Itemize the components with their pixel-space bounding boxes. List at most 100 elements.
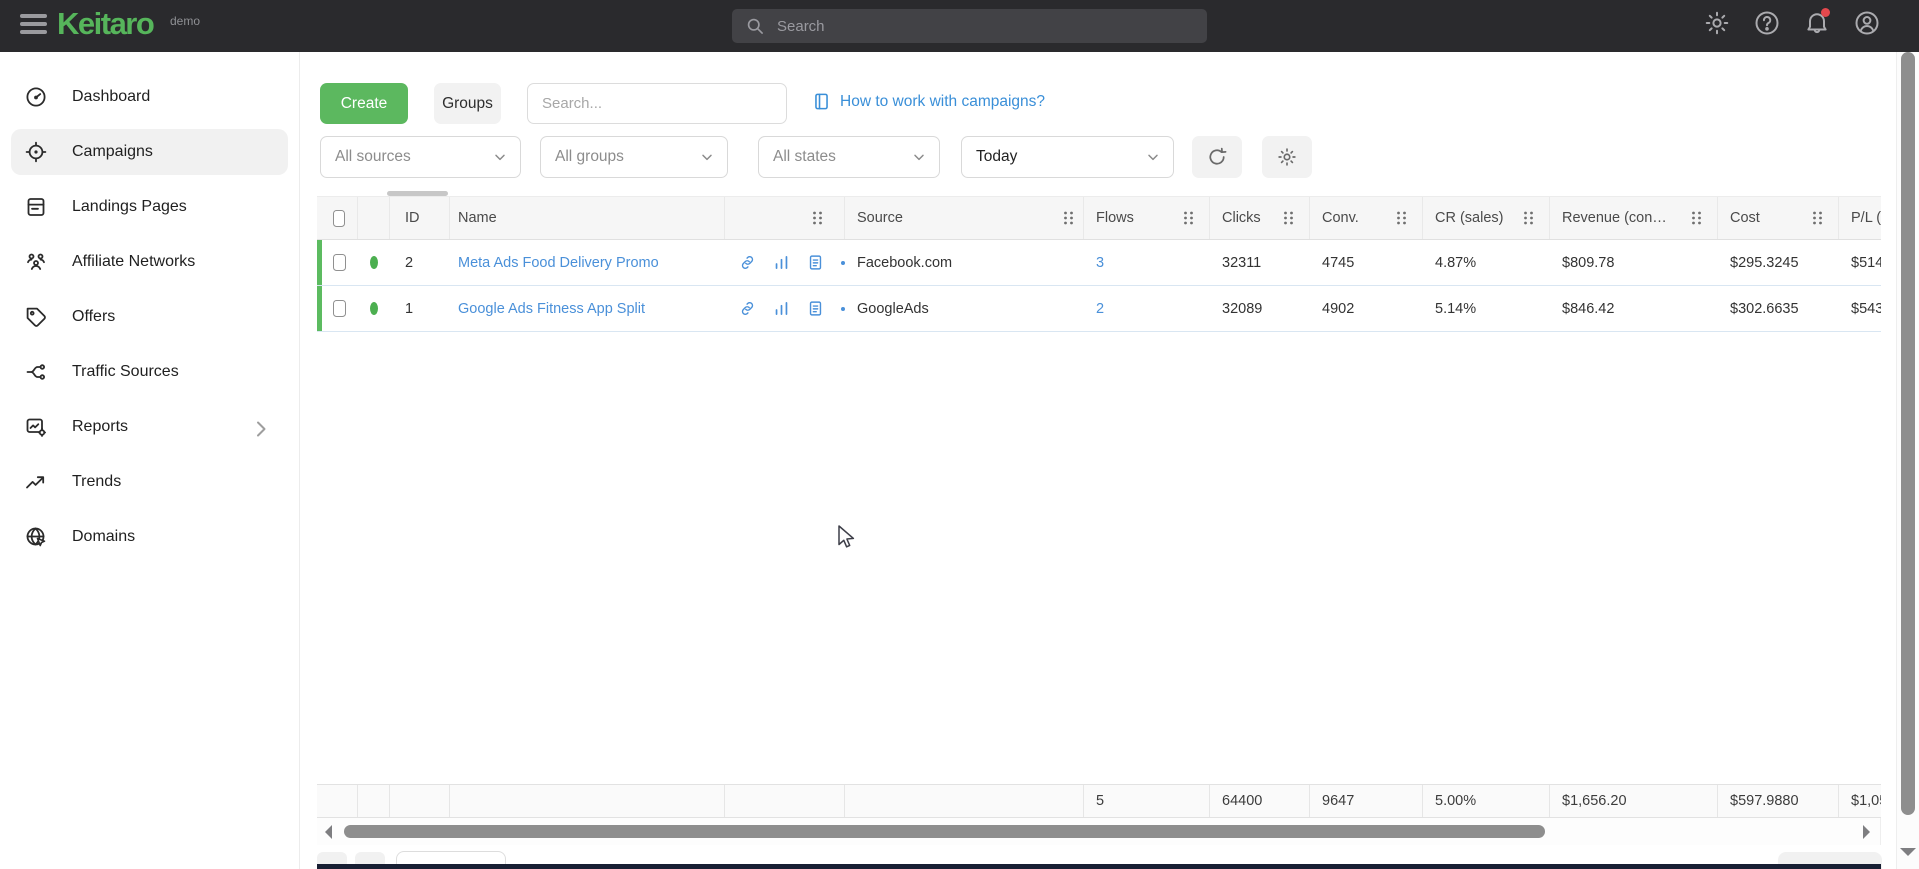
column-drag-handle-icon[interactable] [1062, 210, 1075, 226]
cell-revenue: $846.42 [1550, 286, 1718, 331]
column-header-cost[interactable]: Cost [1718, 197, 1839, 239]
how-to-work-link[interactable]: How to work with campaigns? [840, 93, 1045, 111]
notifications-bell-icon[interactable] [1803, 9, 1831, 37]
campaign-report-icon[interactable] [807, 254, 824, 271]
row-checkbox[interactable] [333, 254, 346, 271]
sidebar-item-dashboard[interactable]: Dashboard [11, 74, 288, 120]
domains-icon [24, 525, 48, 549]
column-drag-handle-icon[interactable] [811, 210, 824, 226]
campaign-row[interactable]: 2 Meta Ads Food Delivery Promo Facebook.… [317, 240, 1881, 286]
status-dot-active [370, 302, 378, 315]
sidebar-item-landings-pages[interactable]: Landings Pages [11, 184, 288, 230]
cell-cost: $302.6635 [1718, 286, 1839, 331]
chevron-right-icon [249, 417, 273, 441]
cell-cr: 4.87% [1423, 240, 1550, 285]
offers-icon [24, 305, 48, 329]
status-column-header [358, 197, 390, 239]
vertical-scrollbar[interactable] [1896, 52, 1919, 869]
total-conversions: 9647 [1310, 785, 1423, 817]
brand-logo[interactable]: Keitaro [57, 6, 153, 42]
sidebar-item-traffic-sources[interactable]: Traffic Sources [11, 349, 288, 395]
column-header-clicks[interactable]: Clicks [1210, 197, 1310, 239]
flows-count-link[interactable]: 2 [1096, 301, 1104, 317]
settings-icon[interactable] [1703, 9, 1731, 37]
campaign-name-link[interactable]: Google Ads Fitness App Split [458, 301, 645, 317]
campaign-row[interactable]: 1 Google Ads Fitness App Split GoogleAds… [317, 286, 1881, 332]
scroll-down-arrow-icon[interactable] [1900, 848, 1916, 856]
column-header-flows[interactable]: Flows [1084, 197, 1210, 239]
horizontal-scrollbar-thumb[interactable] [344, 825, 1545, 838]
cell-source: GoogleAds [845, 286, 1084, 331]
sidebar-item-trends[interactable]: Trends [11, 459, 288, 505]
table-settings-button[interactable] [1262, 136, 1312, 178]
campaigns-icon [24, 140, 48, 164]
row-checkbox[interactable] [333, 300, 346, 317]
vertical-scrollbar-thumb[interactable] [1901, 52, 1915, 815]
menu-toggle-icon[interactable] [20, 14, 47, 38]
column-header-name[interactable]: Name [450, 197, 725, 239]
date-range-select[interactable]: Today [961, 136, 1174, 178]
campaign-report-icon[interactable] [807, 300, 824, 317]
landings-icon [24, 195, 48, 219]
column-drag-handle-icon[interactable] [1690, 210, 1703, 226]
campaign-stats-icon[interactable] [773, 254, 790, 271]
profile-avatar-icon[interactable] [1853, 9, 1881, 37]
table-header-row: ID Name Source Flows Clicks Conv. CR (sa… [317, 196, 1881, 240]
sidebar-item-domains[interactable]: Domains [11, 514, 288, 560]
groups-button[interactable]: Groups [434, 83, 501, 124]
groups-filter-select[interactable]: All groups [540, 136, 728, 178]
sidebar-item-affiliate-networks[interactable]: Affiliate Networks [11, 239, 288, 285]
total-clicks: 64400 [1210, 785, 1310, 817]
total-cr: 5.00% [1423, 785, 1550, 817]
flows-count-link[interactable]: 3 [1096, 255, 1104, 271]
campaign-search-input[interactable] [527, 83, 787, 124]
campaign-link-icon[interactable] [739, 300, 756, 317]
column-drag-handle-icon[interactable] [1395, 210, 1408, 226]
total-cost: $597.9880 [1718, 785, 1839, 817]
sidebar-item-reports[interactable]: Reports [11, 404, 288, 450]
column-drag-handle-icon[interactable] [1522, 210, 1535, 226]
select-all-checkbox[interactable] [333, 210, 345, 227]
book-icon [812, 92, 831, 111]
total-pl: $1,05 [1839, 785, 1881, 817]
global-search-input[interactable] [765, 18, 1207, 35]
column-drag-handle-icon[interactable] [1282, 210, 1295, 226]
notification-badge [1821, 8, 1830, 17]
cell-conversions: 4902 [1310, 286, 1423, 331]
campaign-name-link[interactable]: Meta Ads Food Delivery Promo [458, 255, 659, 271]
sidebar-item-offers[interactable]: Offers [11, 294, 288, 340]
dashboard-icon [24, 85, 48, 109]
help-icon[interactable] [1753, 9, 1781, 37]
column-drag-handle-icon[interactable] [1182, 210, 1195, 226]
column-header-revenue[interactable]: Revenue (con… [1550, 197, 1718, 239]
create-button[interactable]: Create [320, 83, 408, 124]
sidebar-item-campaigns[interactable]: Campaigns [11, 129, 288, 175]
scroll-right-arrow-icon[interactable] [1863, 825, 1870, 839]
search-icon [745, 16, 765, 36]
total-flows: 5 [1084, 785, 1210, 817]
status-dot-active [370, 256, 378, 269]
sources-filter-select[interactable]: All sources [320, 136, 521, 178]
column-header-cr-sales[interactable]: CR (sales) [1423, 197, 1550, 239]
refresh-icon [1206, 146, 1228, 168]
column-header-id[interactable]: ID [390, 197, 450, 239]
global-search[interactable] [732, 9, 1207, 43]
campaign-stats-icon[interactable] [773, 300, 790, 317]
column-header-conversions[interactable]: Conv. [1310, 197, 1423, 239]
column-drag-handle-icon[interactable] [1811, 210, 1824, 226]
chevron-down-icon [911, 149, 927, 165]
horizontal-scrollbar[interactable] [317, 818, 1881, 845]
scroll-left-arrow-icon[interactable] [325, 825, 332, 839]
cell-clicks: 32311 [1210, 240, 1310, 285]
chevron-down-icon [1145, 149, 1161, 165]
traffic-sources-icon [24, 360, 48, 384]
refresh-button[interactable] [1192, 136, 1242, 178]
column-header-source[interactable]: Source [845, 197, 1084, 239]
reports-icon [24, 415, 48, 439]
states-filter-select[interactable]: All states [758, 136, 940, 178]
affiliate-networks-icon [24, 250, 48, 274]
trends-icon [24, 470, 48, 494]
cell-pl: $514 [1839, 240, 1881, 285]
campaign-link-icon[interactable] [739, 254, 756, 271]
column-header-pl[interactable]: P/L ( [1839, 197, 1881, 239]
